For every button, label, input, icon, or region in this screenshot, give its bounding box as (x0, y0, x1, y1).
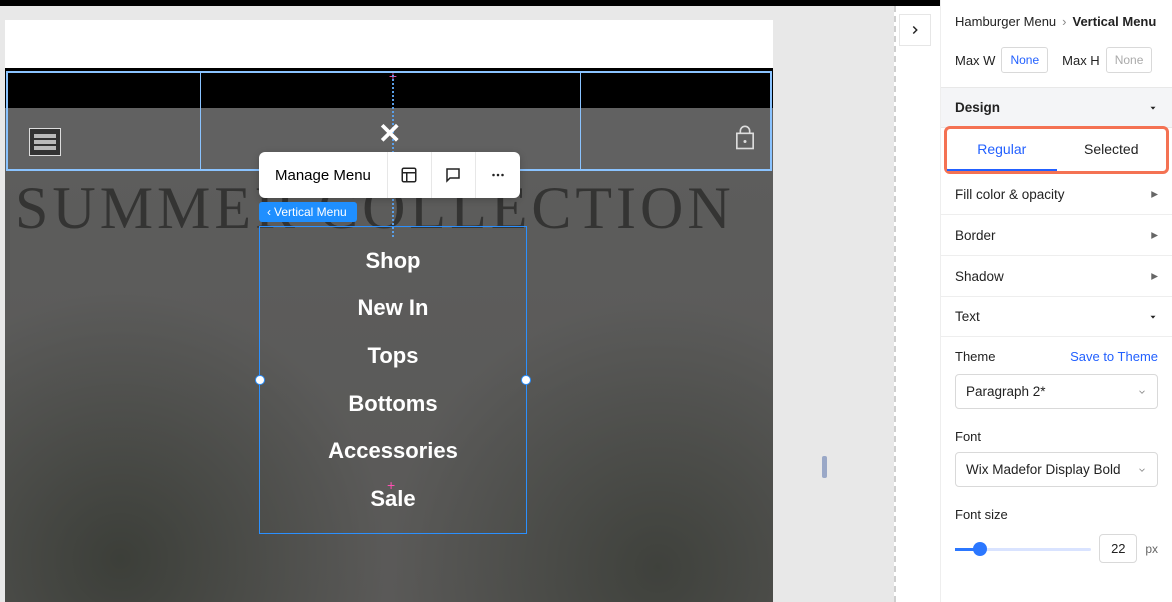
chevron-left-icon: ‹ (267, 205, 271, 219)
font-value: Wix Madefor Display Bold (966, 462, 1121, 477)
design-section-header[interactable]: Design (941, 87, 1172, 128)
font-size-control: 22 px (941, 526, 1172, 577)
max-w-input[interactable]: None (1001, 47, 1048, 73)
text-row[interactable]: Text (941, 297, 1172, 337)
font-size-slider[interactable] (955, 540, 1091, 558)
layout-button[interactable] (388, 152, 432, 198)
element-toolbar: Manage Menu (259, 152, 520, 198)
breadcrumb: Hamburger Menu › Vertical Menu (941, 0, 1172, 39)
row-label: Text (955, 309, 980, 324)
breadcrumb-current: Vertical Menu (1073, 14, 1157, 29)
font-label: Font (941, 419, 1172, 448)
font-select[interactable]: Wix Madefor Display Bold (955, 452, 1158, 487)
editor-canvas: SUMMER COLLECTION + ✕ Manage Menu (0, 6, 894, 602)
row-label: Fill color & opacity (955, 187, 1065, 202)
theme-label: Theme (955, 349, 995, 364)
menu-item[interactable]: New In (358, 295, 429, 321)
chevron-right-icon: ▸ (1151, 186, 1158, 202)
hamburger-icon[interactable] (29, 128, 61, 156)
chevron-down-icon (1148, 312, 1158, 322)
close-icon[interactable]: ✕ (378, 117, 401, 150)
chip-text: Vertical Menu (274, 205, 347, 219)
max-h-input[interactable]: None (1106, 47, 1153, 73)
max-w-label: Max W (955, 53, 995, 68)
chevron-down-icon (1137, 387, 1147, 397)
panel-divider (894, 6, 896, 602)
shadow-row[interactable]: Shadow ▸ (941, 256, 1172, 297)
breadcrumb-parent[interactable]: Hamburger Menu (955, 14, 1056, 29)
add-item-icon[interactable]: + (387, 477, 395, 493)
manage-menu-button[interactable]: Manage Menu (259, 152, 388, 198)
border-row[interactable]: Border ▸ (941, 215, 1172, 256)
slider-knob[interactable] (973, 542, 987, 556)
font-size-label: Font size (941, 497, 1172, 526)
vertical-menu-selection[interactable]: Shop New In Tops Bottoms Accessories + S… (259, 226, 527, 534)
fill-row[interactable]: Fill color & opacity ▸ (941, 174, 1172, 215)
chevron-right-icon: ▸ (1151, 227, 1158, 243)
hamburger-bar (34, 146, 56, 150)
section-title: Design (955, 100, 1000, 115)
resize-handle-right[interactable] (521, 375, 531, 385)
page-stage[interactable]: SUMMER COLLECTION + ✕ Manage Menu (5, 20, 773, 602)
font-size-unit: px (1145, 542, 1158, 556)
canvas-scroll-hint[interactable] (822, 456, 827, 478)
max-h-label: Max H (1062, 53, 1100, 68)
theme-subhead: Theme Save to Theme (941, 337, 1172, 370)
vertical-menu-list: Shop New In Tops Bottoms Accessories + S… (260, 227, 526, 533)
row-label: Shadow (955, 269, 1004, 284)
element-label-chip[interactable]: ‹ Vertical Menu (259, 202, 357, 222)
chevron-down-icon (1148, 103, 1158, 113)
menu-item[interactable]: Bottoms (348, 391, 437, 417)
hamburger-bar (34, 134, 56, 138)
breadcrumb-sep-icon: › (1062, 14, 1066, 29)
tab-regular[interactable]: Regular (947, 129, 1057, 171)
inspector-panel: Hamburger Menu › Vertical Menu Max W Non… (940, 0, 1172, 602)
comment-button[interactable] (432, 152, 476, 198)
row-label: Border (955, 228, 996, 243)
menu-item[interactable]: Shop (366, 248, 421, 274)
state-tabs: Regular Selected (944, 126, 1169, 174)
right-panel-toggle[interactable] (899, 14, 931, 46)
theme-value: Paragraph 2* (966, 384, 1046, 399)
cart-icon[interactable] (731, 124, 759, 152)
chevron-down-icon (1137, 465, 1147, 475)
theme-select[interactable]: Paragraph 2* (955, 374, 1158, 409)
resize-handle-left[interactable] (255, 375, 265, 385)
hamburger-bar (34, 140, 56, 144)
tab-selected[interactable]: Selected (1057, 129, 1167, 171)
more-options-button[interactable] (476, 152, 520, 198)
max-dimensions-row: Max W None Max H None (941, 39, 1172, 87)
font-size-input[interactable]: 22 (1099, 534, 1137, 563)
save-to-theme-link[interactable]: Save to Theme (1070, 349, 1158, 364)
chevron-right-icon: ▸ (1151, 268, 1158, 284)
menu-item[interactable]: Tops (368, 343, 419, 369)
menu-item[interactable]: Accessories (328, 438, 458, 464)
